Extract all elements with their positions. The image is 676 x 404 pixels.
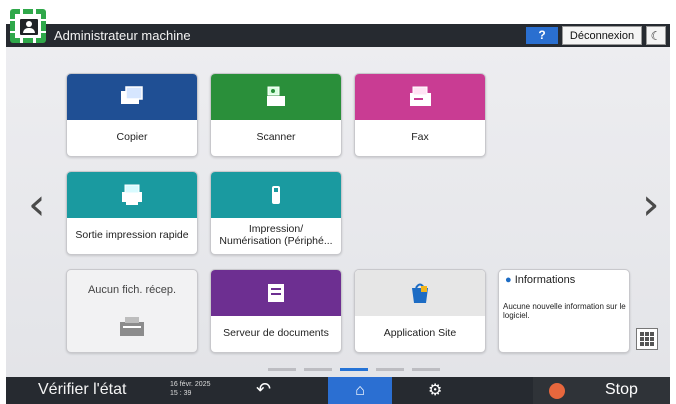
bottom-bar: Vérifier l'état 16 févr. 2025 15 : 39 ↶ …: [6, 377, 670, 404]
copier-tile[interactable]: Copier: [66, 73, 198, 157]
fax-label: Fax: [411, 131, 429, 143]
no-received-file-label: Aucun fich. récep.: [87, 284, 177, 296]
application-site-header: [355, 270, 485, 316]
print-scan-device-tile[interactable]: Impression/ Numérisation (Périphé...: [210, 171, 342, 255]
next-page-arrow[interactable]: ›: [642, 183, 662, 231]
previous-page-arrow[interactable]: ‹: [28, 183, 48, 231]
scanner-icon: [267, 86, 285, 106]
quick-print-header: [67, 172, 197, 218]
print-scan-device-label: Impression/ Numérisation (Périphé...: [219, 223, 333, 247]
quick-print-icon: [122, 184, 142, 205]
stop-icon: [549, 383, 565, 399]
fax-icon: [410, 86, 431, 106]
page-indicator: [268, 368, 440, 371]
fax-header: [355, 74, 485, 120]
logout-button[interactable]: Déconnexion: [562, 26, 642, 45]
user-icon-frame[interactable]: [10, 9, 46, 43]
user-title: Administrateur machine: [54, 28, 191, 43]
shopping-bag-icon: [412, 283, 428, 303]
date-time: 16 févr. 2025 15 : 39: [170, 380, 210, 398]
application-site-label: Application Site: [383, 327, 457, 339]
grid-icon: [640, 332, 654, 346]
document-server-tile[interactable]: Serveur de documents: [210, 269, 342, 353]
scanner-header: [211, 74, 341, 120]
help-button[interactable]: ?: [526, 27, 558, 44]
page-dot-active: [340, 368, 368, 371]
informations-title: ● Informations: [505, 274, 575, 286]
quick-print-tile[interactable]: Sortie impression rapide: [66, 171, 198, 255]
date-text: 16 févr. 2025: [170, 381, 211, 388]
stop-label: Stop: [605, 381, 638, 398]
sleep-button[interactable]: ☾: [646, 26, 666, 45]
copier-label: Copier: [116, 131, 148, 143]
stop-button[interactable]: Stop: [533, 377, 670, 404]
usb-icon: [272, 186, 280, 204]
print-scan-device-header: [211, 172, 341, 218]
page-dot: [412, 368, 440, 371]
quick-print-label: Sortie impression rapide: [75, 229, 189, 241]
home-screen: ‹ › Copier Scanner Fax Sortie impression…: [6, 47, 670, 377]
copier-icon: [121, 86, 143, 104]
time-text: 15 : 39: [170, 390, 192, 397]
page-dot: [376, 368, 404, 371]
app-list-button[interactable]: [636, 328, 658, 350]
copier-header: [67, 74, 197, 120]
informations-title-text: Informations: [514, 274, 576, 286]
application-site-tile[interactable]: Application Site: [354, 269, 486, 353]
document-server-header: [211, 270, 341, 316]
document-server-icon: [268, 284, 284, 302]
info-icon: ●: [505, 274, 515, 286]
fax-tile[interactable]: Fax: [354, 73, 486, 157]
scanner-label: Scanner: [256, 131, 296, 143]
top-bar: Administrateur machine ? Déconnexion ☾: [6, 24, 670, 47]
page-dot: [268, 368, 296, 371]
document-server-label: Serveur de documents: [223, 327, 329, 339]
home-button[interactable]: ⌂: [328, 377, 392, 404]
page-dot: [304, 368, 332, 371]
check-status-button[interactable]: Vérifier l'état: [38, 381, 126, 399]
user-icon: [20, 19, 38, 35]
informations-message: Aucune nouvelle information sur le logic…: [503, 302, 626, 320]
received-tray-icon: [120, 317, 144, 336]
informations-widget[interactable]: ● Informations Aucune nouvelle informati…: [498, 269, 630, 353]
no-received-file-tile[interactable]: Aucun fich. récep.: [66, 269, 198, 353]
back-button[interactable]: ↶: [256, 379, 271, 400]
settings-button[interactable]: ⚙: [428, 380, 442, 400]
scanner-tile[interactable]: Scanner: [210, 73, 342, 157]
